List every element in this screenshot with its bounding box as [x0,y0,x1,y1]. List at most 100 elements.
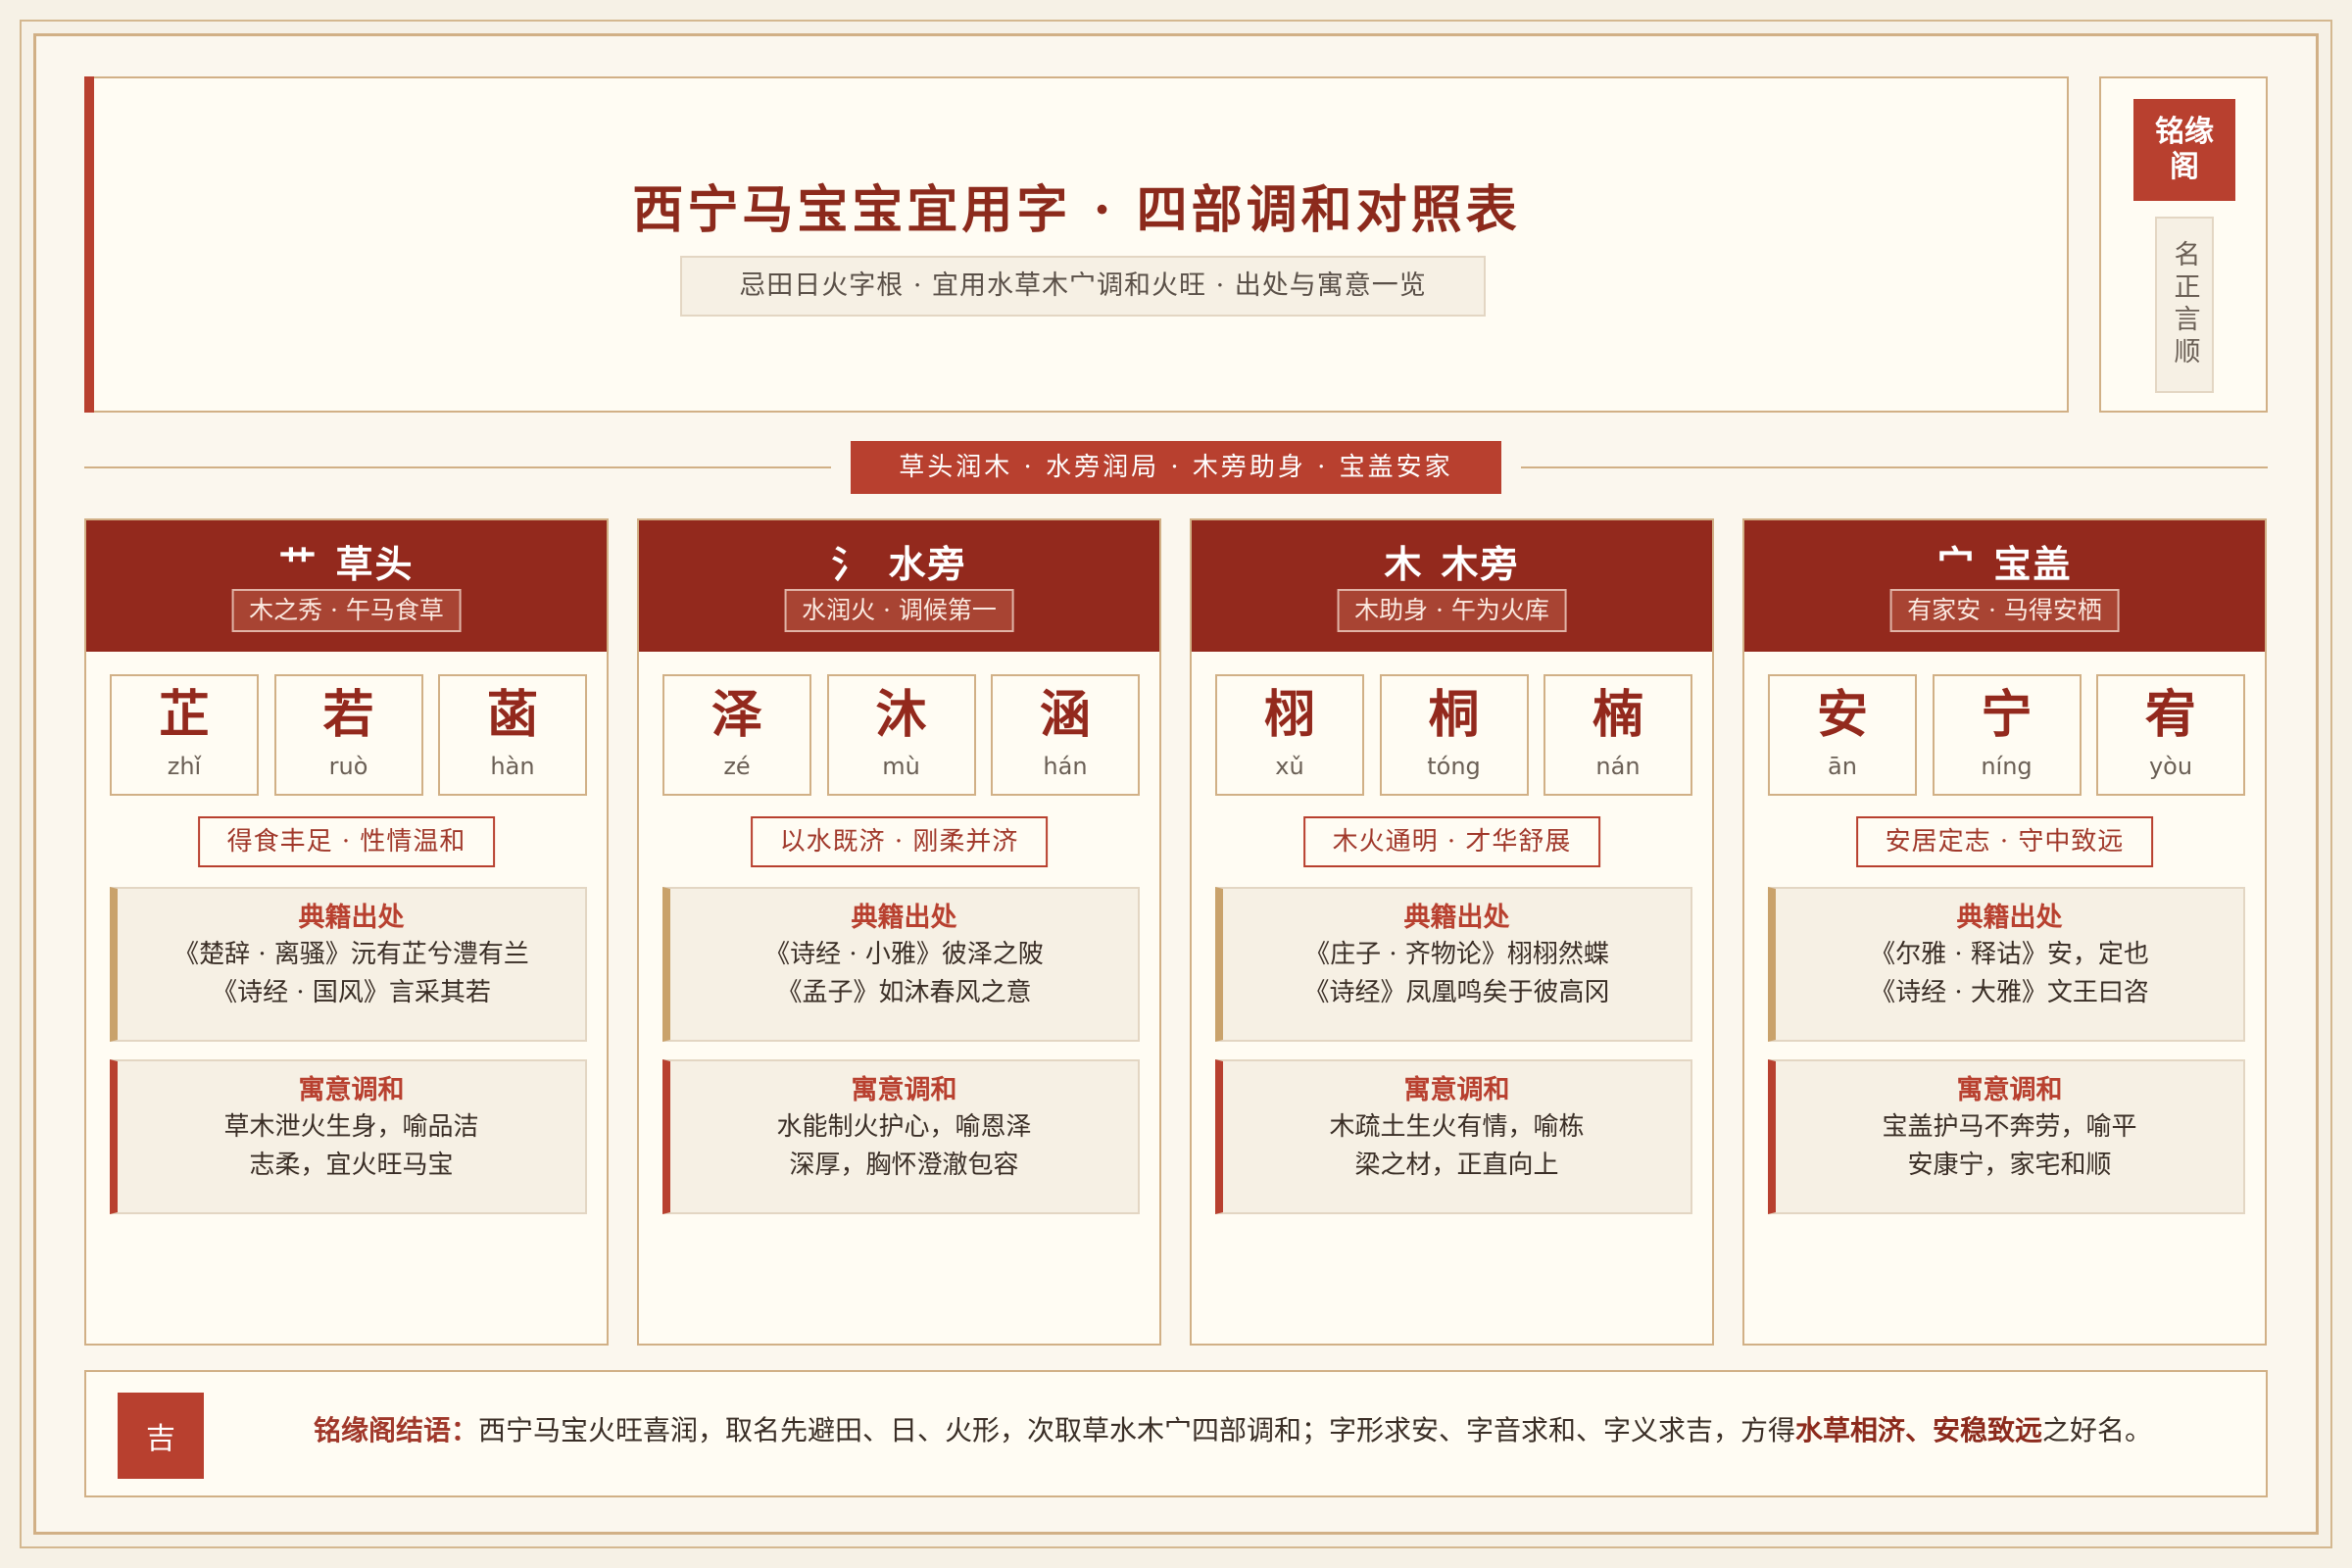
source-panel: 典籍出处 《楚辞 · 离骚》沅有芷兮澧有兰 《诗经 · 国风》言采其若 [110,887,587,1042]
character-pinyin: yòu [2148,753,2193,780]
radical-glyph: 艹 [278,542,318,586]
character-glyph: 楠 [1592,685,1643,745]
character-pinyin: nán [1595,753,1641,780]
character-cell[interactable]: 桐 tóng [1379,674,1529,796]
card-subtitle: 水润火 · 调候第一 [784,589,1014,632]
card-header: 氵水旁 水润火 · 调候第一 [639,520,1159,652]
character-cell[interactable]: 若 ruò [273,674,423,796]
seal-panel: 铭缘阁 名正言顺 [2099,76,2268,413]
character-pinyin: hàn [490,753,535,780]
brand-seal: 铭缘阁 [2133,99,2235,201]
source-panel: 典籍出处 《诗经 · 小雅》彼泽之陂 《孟子》如沐春风之意 [662,887,1140,1042]
character-cell[interactable]: 宁 níng [1932,674,2082,796]
card-title: 艹草头 [86,534,607,588]
character-pinyin: ān [1828,753,1857,780]
character-glyph: 栩 [1263,685,1315,745]
radical-name: 木旁 [1441,542,1520,586]
source-line: 《诗经》凤凰鸣矣于彼高冈 [1303,978,1610,1007]
card-tag: 得食丰足 · 性情温和 [197,816,496,867]
page-subtitle: 忌田日火字根 · 宜用水草木宀调和火旺 · 出处与寓意一览 [680,256,1486,317]
footer-tail: 之好名。 [2042,1414,2153,1446]
character-glyph: 桐 [1428,685,1480,745]
radical-glyph: 木 [1384,542,1424,586]
meaning-panel: 寓意调和 木疏土生火有情，喻栋 梁之材，正直向上 [1215,1059,1692,1214]
meaning-heading: 寓意调和 [1403,1075,1510,1105]
radical-name: 水旁 [888,542,967,586]
character-cell[interactable]: 沐 mù [826,674,976,796]
footer-highlight: 水草相济、安稳致远 [1795,1414,2043,1446]
source-heading: 典籍出处 [298,903,405,933]
source-line: 《诗经 · 小雅》彼泽之陂 [764,940,1044,969]
footer-lead: 铭缘阁结语： [314,1414,479,1446]
header-panel: 西宁马宝宝宜用字 · 四部调和对照表 忌田日火字根 · 宜用水草木宀调和火旺 ·… [84,76,2069,413]
character-pinyin: zé [723,753,751,780]
character-row: 栩 xǔ 桐 tóng 楠 nán [1215,674,1692,796]
character-cell[interactable]: 安 ān [1768,674,1917,796]
character-glyph: 沐 [875,685,927,745]
card-tag: 安居定志 · 守中致远 [1855,816,2154,867]
source-line: 《楚辞 · 离骚》沅有芷兮澧有兰 [173,940,529,969]
character-row: 泽 zé 沐 mù 涵 hán [662,674,1140,796]
source-panel: 典籍出处 《庄子 · 齐物论》栩栩然蝶 《诗经》凤凰鸣矣于彼高冈 [1215,887,1692,1042]
radical-glyph: 宀 [1936,542,1977,586]
character-glyph: 泽 [710,685,762,745]
source-heading: 典籍出处 [851,903,957,933]
footer-conclusion: 铭缘阁结语：西宁马宝火旺喜润，取名先避田、日、火形，次取草水木宀四部调和；字形求… [314,1411,2152,1450]
character-glyph: 宁 [1981,685,2033,745]
character-cell[interactable]: 菡 hàn [438,674,587,796]
card-subtitle: 木助身 · 午为火库 [1337,589,1567,632]
meaning-line: 木疏土生火有情，喻栋 [1329,1112,1585,1142]
meaning-panel: 寓意调和 水能制火护心，喻恩泽 深厚，胸怀澄澈包容 [662,1059,1140,1214]
character-glyph: 菡 [486,685,538,745]
card-tag: 木火通明 · 才华舒展 [1302,816,1601,867]
radical-name: 草头 [335,542,415,586]
meaning-heading: 寓意调和 [851,1075,957,1105]
character-pinyin: níng [1981,753,2033,780]
character-pinyin: ruò [328,753,368,780]
radical-card: 宀宝盖 有家安 · 马得安栖 安 ān 宁 níng 宥 yòu 安居定志 · … [1742,518,2267,1346]
character-glyph: 若 [322,685,374,745]
radical-name: 宝盖 [1993,542,2073,586]
radical-card: 氵水旁 水润火 · 调候第一 泽 zé 沐 mù 涵 hán 以水既济 · 刚柔… [637,518,1161,1346]
card-subtitle: 木之秀 · 午马食草 [231,589,462,632]
card-title: 宀宝盖 [1744,534,2265,588]
card-title: 氵水旁 [639,534,1159,588]
source-line: 《诗经 · 国风》言采其若 [212,978,491,1007]
character-pinyin: tóng [1427,753,1481,780]
meaning-line: 安康宁，家宅和顺 [1907,1151,2112,1180]
character-glyph: 芷 [158,685,210,745]
card-subtitle: 有家安 · 马得安栖 [1889,589,2120,632]
meaning-line: 草木泄火生身，喻品洁 [223,1112,479,1142]
card-title: 木木旁 [1192,534,1712,588]
section-divider-label: 草头润木 · 水旁润局 · 木旁助身 · 宝盖安家 [851,441,1501,494]
character-cell[interactable]: 栩 xǔ [1215,674,1364,796]
character-cell[interactable]: 涵 hán [991,674,1140,796]
motto-vertical: 名正言顺 [2155,217,2214,393]
character-cell[interactable]: 宥 yòu [2096,674,2245,796]
source-line: 《孟子》如沐春风之意 [776,978,1032,1007]
radical-card: 艹草头 木之秀 · 午马食草 芷 zhǐ 若 ruò 菡 hàn 得食丰足 · … [84,518,609,1346]
card-header: 艹草头 木之秀 · 午马食草 [86,520,607,652]
character-row: 安 ān 宁 níng 宥 yòu [1768,674,2245,796]
divider-line-right [1521,466,2268,468]
source-line: 《诗经 · 大雅》文王曰咨 [1870,978,2149,1007]
character-row: 芷 zhǐ 若 ruò 菡 hàn [110,674,587,796]
character-pinyin: hán [1043,753,1088,780]
card-header: 宀宝盖 有家安 · 马得安栖 [1744,520,2265,652]
meaning-heading: 寓意调和 [1956,1075,2063,1105]
character-cell[interactable]: 楠 nán [1544,674,1692,796]
meaning-panel: 寓意调和 宝盖护马不奔劳，喻平 安康宁，家宅和顺 [1768,1059,2245,1214]
source-line: 《庄子 · 齐物论》栩栩然蝶 [1304,940,1609,969]
character-cell[interactable]: 泽 zé [662,674,811,796]
meaning-heading: 寓意调和 [298,1075,405,1105]
meaning-panel: 寓意调和 草木泄火生身，喻品洁 志柔，宜火旺马宝 [110,1059,587,1214]
character-cell[interactable]: 芷 zhǐ [110,674,259,796]
meaning-line: 宝盖护马不奔劳，喻平 [1882,1112,2137,1142]
character-pinyin: mù [882,753,920,780]
divider-line-left [84,466,831,468]
page-title: 西宁马宝宝宜用字 · 四部调和对照表 [632,180,1521,240]
source-line: 《尔雅 · 释诂》安，定也 [1870,940,2149,969]
meaning-line: 深厚，胸怀澄澈包容 [789,1151,1019,1180]
radical-glyph: 氵 [831,542,871,586]
footer-body: 西宁马宝火旺喜润，取名先避田、日、火形，次取草水木宀四部调和；字形求安、字音求和… [478,1414,1796,1446]
